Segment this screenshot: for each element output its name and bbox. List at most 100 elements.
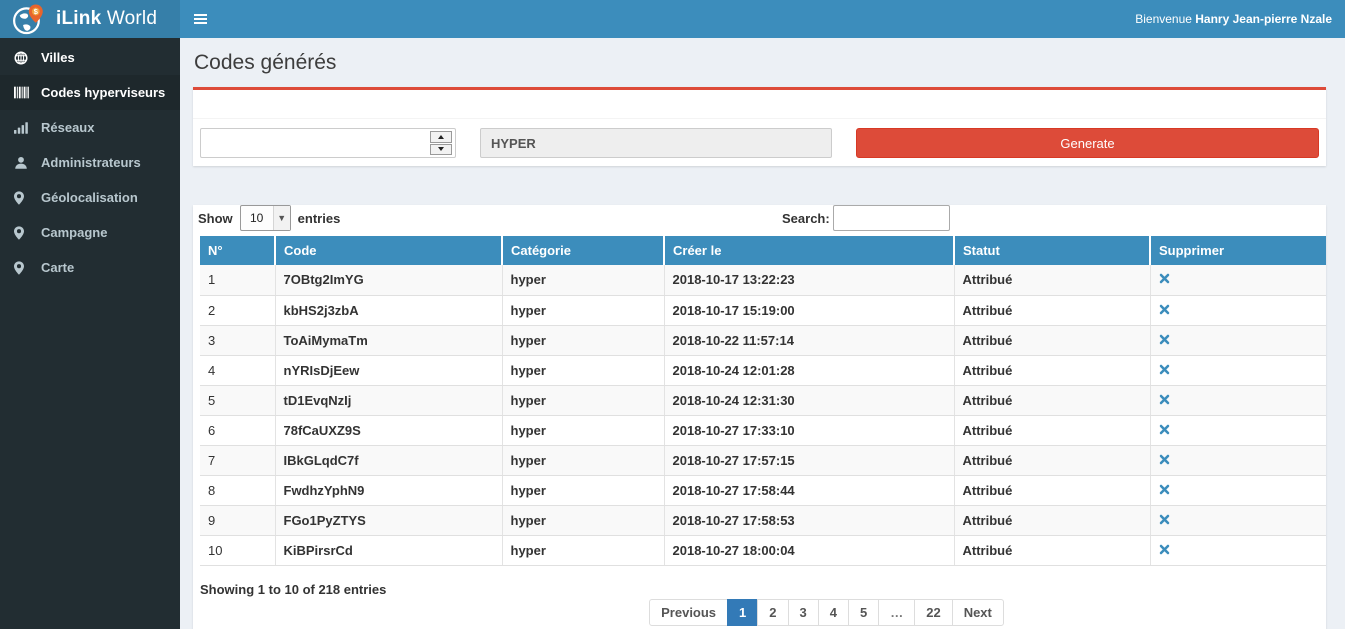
category-cell: hyper: [502, 535, 664, 565]
delete-icon[interactable]: [1159, 334, 1170, 345]
row-number: 5: [200, 385, 275, 415]
pagination-ellipsis: …: [878, 599, 915, 626]
column-header[interactable]: Statut: [954, 236, 1150, 265]
sidebar-item-campagne[interactable]: Campagne: [0, 215, 180, 250]
status-cell: Attribué: [954, 505, 1150, 535]
code-cell: KiBPirsrCd: [275, 535, 502, 565]
codes-table-card: Show 10 ▼ entries Search: N°CodeCatégori…: [193, 205, 1326, 629]
search-label: Search:: [782, 211, 830, 226]
page-button-2[interactable]: 2: [757, 599, 788, 626]
delete-cell: [1150, 295, 1326, 325]
table-row: 3ToAiMymaTmhyper2018-10-22 11:57:14Attri…: [200, 325, 1326, 355]
map-marker-icon: [14, 261, 34, 275]
sidebar-item-carte[interactable]: Carte: [0, 250, 180, 285]
stepper-down-icon[interactable]: [430, 144, 452, 156]
table-row: 8FwdhzYphN9hyper2018-10-27 17:58:44Attri…: [200, 475, 1326, 505]
welcome-text: Bienvenue Hanry Jean-pierre Nzale: [1135, 12, 1345, 26]
category-cell: hyper: [502, 325, 664, 355]
category-cell: hyper: [502, 445, 664, 475]
sidebar-item-label: Administrateurs: [41, 155, 141, 170]
delete-icon[interactable]: [1159, 304, 1170, 315]
sidebar-item-administrateurs[interactable]: Administrateurs: [0, 145, 180, 180]
status-cell: Attribué: [954, 325, 1150, 355]
page-length-select[interactable]: 10 ▼: [240, 205, 291, 231]
delete-icon[interactable]: [1159, 394, 1170, 405]
table-row: 17OBtg2ImYGhyper2018-10-17 13:22:23Attri…: [200, 265, 1326, 295]
code-cell: nYRIsDjEew: [275, 355, 502, 385]
row-number: 4: [200, 355, 275, 385]
category-cell: hyper: [502, 295, 664, 325]
generate-button[interactable]: Generate: [856, 128, 1319, 158]
top-bar: $ iLink World Bienvenue Hanry Jean-pierr…: [0, 0, 1345, 38]
code-cell: 78fCaUXZ9S: [275, 415, 502, 445]
sidebar-item-label: Villes: [41, 50, 75, 65]
created-date-cell: 2018-10-17 15:19:00: [664, 295, 954, 325]
sidebar: Villes Codes hyperviseurs Réseaux Administr…: [0, 38, 180, 629]
row-number: 3: [200, 325, 275, 355]
category-cell: hyper: [502, 475, 664, 505]
generator-form: Generate: [193, 119, 1326, 166]
delete-icon[interactable]: [1159, 364, 1170, 375]
column-header[interactable]: Supprimer: [1150, 236, 1326, 265]
delete-cell: [1150, 325, 1326, 355]
delete-icon[interactable]: [1159, 514, 1170, 525]
category-cell: hyper: [502, 505, 664, 535]
sidebar-item-label: Géolocalisation: [41, 190, 138, 205]
code-cell: IBkGLqdC7f: [275, 445, 502, 475]
status-cell: Attribué: [954, 265, 1150, 295]
barcode-icon: [14, 86, 34, 99]
sidebar-toggle-icon[interactable]: [180, 0, 220, 38]
status-cell: Attribué: [954, 355, 1150, 385]
page-title: Codes générés: [194, 51, 1326, 75]
delete-icon[interactable]: [1159, 273, 1170, 284]
quantity-field-wrap: [200, 128, 456, 158]
search-input[interactable]: [833, 205, 950, 231]
pagination: Previous12345…22Next: [267, 599, 1345, 626]
status-cell: Attribué: [954, 295, 1150, 325]
delete-icon[interactable]: [1159, 454, 1170, 465]
column-header[interactable]: Créer le: [664, 236, 954, 265]
sidebar-item-label: Campagne: [41, 225, 107, 240]
table-row: 2kbHS2j3zbAhyper2018-10-17 15:19:00Attri…: [200, 295, 1326, 325]
table-info: Showing 1 to 10 of 218 entries: [200, 582, 1319, 597]
generator-card-header: [193, 90, 1326, 119]
app-title: iLink World: [56, 8, 157, 30]
column-header[interactable]: Code: [275, 236, 502, 265]
previous-page-button[interactable]: Previous: [649, 599, 728, 626]
code-cell: FGo1PyZTYS: [275, 505, 502, 535]
table-header-row: N°CodeCatégorieCréer leStatutSupprimer: [200, 236, 1326, 265]
created-date-cell: 2018-10-27 17:57:15: [664, 445, 954, 475]
delete-icon[interactable]: [1159, 484, 1170, 495]
sidebar-item-villes[interactable]: Villes: [0, 40, 180, 75]
datatable-controls: Show 10 ▼ entries Search:: [200, 205, 1319, 231]
page-length-control: Show 10 ▼ entries: [198, 205, 340, 231]
column-header[interactable]: N°: [200, 236, 275, 265]
quantity-stepper: [430, 131, 452, 155]
page-button-4[interactable]: 4: [818, 599, 849, 626]
entries-label: entries: [298, 211, 341, 226]
page-button-22[interactable]: 22: [914, 599, 952, 626]
sidebar-item-codes-hyperviseurs[interactable]: Codes hyperviseurs: [0, 75, 180, 110]
delete-icon[interactable]: [1159, 544, 1170, 555]
code-cell: 7OBtg2ImYG: [275, 265, 502, 295]
status-cell: Attribué: [954, 535, 1150, 565]
table-body: 17OBtg2ImYGhyper2018-10-17 13:22:23Attri…: [200, 265, 1326, 565]
page-button-1[interactable]: 1: [727, 599, 758, 626]
stepper-up-icon[interactable]: [430, 131, 452, 143]
page-button-3[interactable]: 3: [788, 599, 819, 626]
delete-cell: [1150, 535, 1326, 565]
delete-icon[interactable]: [1159, 424, 1170, 435]
row-number: 6: [200, 415, 275, 445]
sidebar-item-r-seaux[interactable]: Réseaux: [0, 110, 180, 145]
sidebar-item-g-olocalisation[interactable]: Géolocalisation: [0, 180, 180, 215]
status-cell: Attribué: [954, 385, 1150, 415]
category-cell: hyper: [502, 415, 664, 445]
brand[interactable]: $ iLink World: [0, 0, 180, 38]
created-date-cell: 2018-10-24 12:31:30: [664, 385, 954, 415]
page-button-5[interactable]: 5: [848, 599, 879, 626]
code-cell: kbHS2j3zbA: [275, 295, 502, 325]
quantity-input[interactable]: [200, 128, 456, 158]
next-page-button[interactable]: Next: [952, 599, 1004, 626]
column-header[interactable]: Catégorie: [502, 236, 664, 265]
sidebar-item-label: Codes hyperviseurs: [41, 85, 165, 100]
